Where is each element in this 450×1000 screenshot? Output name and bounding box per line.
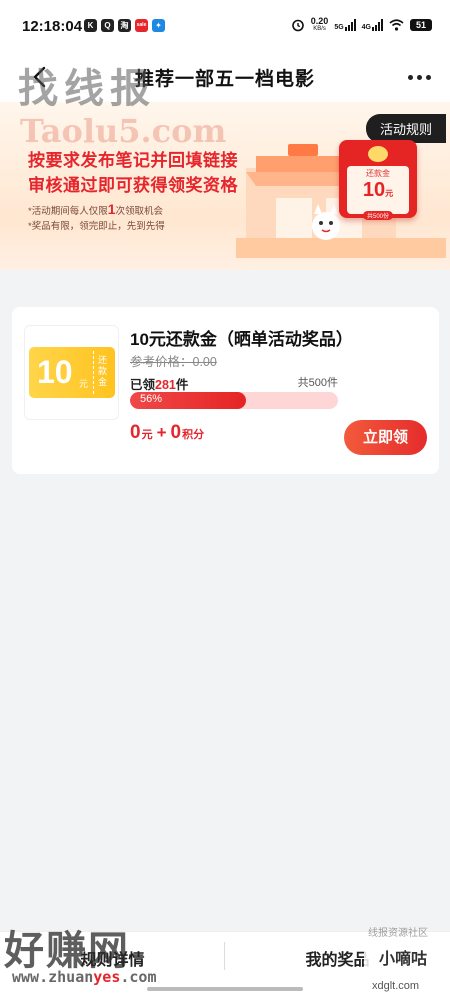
reward-thumbnail: 10 元 还款金 [24, 325, 119, 420]
page-title: 推荐一部五一档电影 [134, 69, 315, 90]
status-time: 12:18:04 [22, 18, 83, 35]
activity-rules-button[interactable]: 活动规则 [365, 114, 446, 143]
total-count: 共500件 [297, 377, 338, 389]
signal-4g: 4G [362, 19, 383, 31]
k-app-icon: K [84, 19, 97, 32]
banner-subheadline: 审核通过即可获得领奖资格 [28, 176, 238, 195]
banner-note-limit: *活动期间每人仅限1次领取机会 [28, 201, 164, 217]
redpacket-card: 还款金 10元 共500份 [347, 166, 409, 220]
banner-headline: 按要求发布笔记并回填链接 [28, 151, 238, 170]
qq-app-icon: Q [101, 19, 114, 32]
network-speed: 0.20 KB/s [310, 16, 329, 33]
bottom-bar: 规则详情 我的奖品 [0, 931, 450, 1000]
status-indicators: 0.20 KB/s 5G 4G 51 [291, 17, 432, 33]
signal-5g: 5G [334, 19, 356, 31]
battery-icon: 51 [410, 19, 432, 31]
more-button[interactable] [404, 64, 434, 90]
my-prizes-tab[interactable]: 我的奖品 [225, 946, 450, 970]
redpacket-illustration: 还款金 10元 共500份 [339, 140, 417, 220]
rules-detail-tab[interactable]: 规则详情 [0, 946, 225, 970]
home-indicator[interactable] [147, 987, 303, 991]
coin-icon [368, 146, 388, 162]
taobao-app-icon: 淘 [118, 19, 131, 32]
alipay-app-icon: ✦ [152, 19, 165, 32]
alarm-icon [291, 19, 304, 32]
signal-bars-icon [372, 19, 383, 31]
claimed-count: 已领281件 [130, 378, 189, 392]
claim-now-button[interactable]: 立即领 [344, 420, 427, 455]
claim-progress-bar: 56% [130, 392, 338, 409]
banner-note-stock: *奖品有限，领完即止，先到先得 [28, 221, 165, 232]
coupon-image: 10 元 还款金 [29, 347, 115, 398]
reward-card[interactable]: 10 元 还款金 10元还款金（晒单活动奖品） 参考价格：0.00 已领281件… [12, 307, 439, 474]
status-bar: 12:18:04 K Q 淘 sale ✦ 0.20 KB/s 5G 4G 51 [0, 0, 450, 52]
more-dots-icon [407, 74, 413, 80]
wifi-icon [389, 19, 404, 31]
signal-bars-icon [344, 19, 356, 31]
reward-price: 0 元 + 0 积分 [130, 422, 205, 443]
header: 推荐一部五一档电影 [0, 52, 450, 102]
reference-price: 参考价格：0.00 [130, 355, 217, 369]
reward-title: 10元还款金（晒单活动奖品） [130, 330, 353, 349]
status-app-icons: K Q 淘 sale ✦ [84, 19, 165, 32]
sale-app-icon: sale [135, 19, 148, 32]
progress-text: 56% [140, 393, 163, 405]
